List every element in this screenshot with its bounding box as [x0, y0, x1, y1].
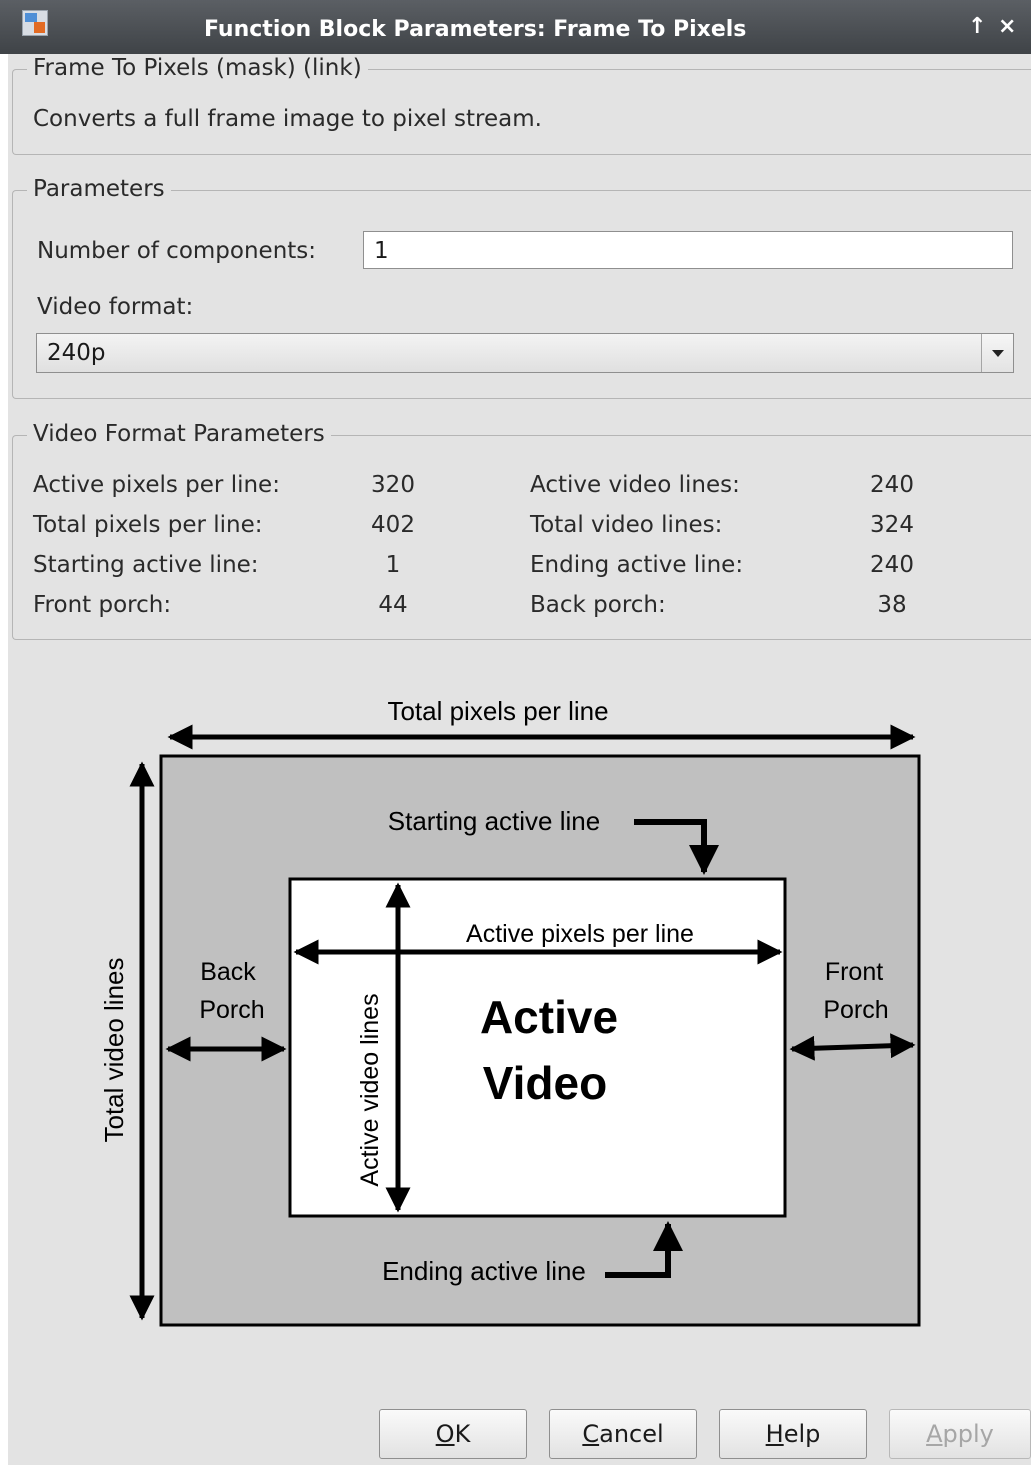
- starting-line-label: Starting active line: [388, 806, 600, 836]
- ok-mnemonic: O: [435, 1420, 455, 1448]
- active-lines-label: Active video lines: [356, 993, 384, 1186]
- frame-diagram: Total pixels per line Starting active li…: [99, 696, 921, 1327]
- cancel-button[interactable]: Cancel: [549, 1409, 697, 1459]
- total-pixels-label: Total pixels per line: [387, 696, 608, 726]
- help-button[interactable]: Help: [719, 1409, 867, 1459]
- active-video-label-2: Video: [483, 1057, 607, 1109]
- total-lines-label: Total video lines: [99, 958, 129, 1143]
- back-porch-label-1: Back: [200, 958, 256, 986]
- ok-label: K: [454, 1420, 471, 1448]
- front-porch-label-1: Front: [825, 958, 883, 986]
- ending-line-label: Ending active line: [382, 1256, 586, 1286]
- front-porch-label-2: Porch: [823, 996, 888, 1024]
- cancel-label: ancel: [599, 1420, 664, 1448]
- help-label: elp: [783, 1420, 821, 1448]
- apply-mnemonic: A: [926, 1420, 943, 1448]
- apply-button[interactable]: Apply: [889, 1409, 1031, 1459]
- active-video-label-1: Active: [480, 991, 618, 1043]
- ok-button[interactable]: OK: [379, 1409, 527, 1459]
- active-pixels-label: Active pixels per line: [466, 920, 694, 948]
- apply-label: pply: [942, 1420, 994, 1448]
- cancel-mnemonic: C: [582, 1420, 600, 1448]
- back-porch-label-2: Porch: [199, 996, 264, 1024]
- help-mnemonic: H: [765, 1420, 784, 1448]
